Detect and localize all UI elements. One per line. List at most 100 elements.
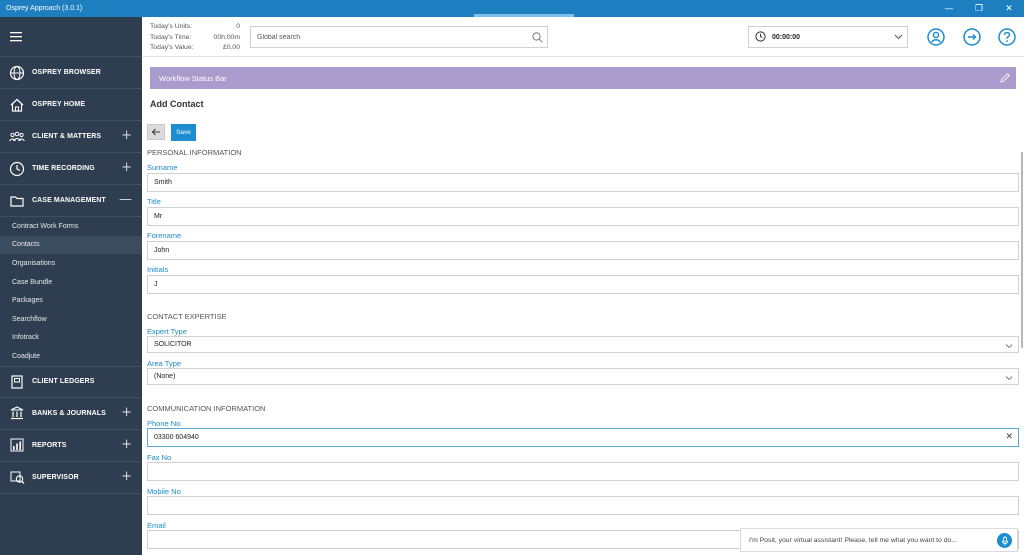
clear-icon[interactable]: ✕	[1005, 432, 1013, 442]
global-search-input[interactable]	[251, 27, 527, 47]
sidebar-item-supervisor[interactable]: SUPERVISOR +	[0, 462, 142, 494]
sidebar-item-case-management[interactable]: CASE MANAGEMENT —	[0, 185, 142, 217]
expand-toggle[interactable]: +	[121, 405, 132, 420]
sidebar-item-label: CLIENT & MATTERS	[32, 133, 102, 140]
forename-field[interactable]: John	[147, 241, 1019, 260]
surname-field[interactable]: Smith	[147, 173, 1019, 192]
folder-icon	[9, 193, 25, 209]
phone-field[interactable]: 03300 604940 ✕	[147, 428, 1019, 447]
expand-toggle[interactable]: +	[121, 437, 132, 452]
section-heading-expertise: CONTACT EXPERTISE	[147, 312, 227, 321]
fax-label: Fax No	[147, 453, 172, 462]
expert-type-label: Expert Type	[147, 327, 187, 336]
mobile-field[interactable]	[147, 496, 1019, 515]
chevron-down-icon	[889, 34, 907, 40]
save-button[interactable]: Save	[171, 124, 196, 141]
workflow-status-bar: Workflow Status Bar	[150, 67, 1016, 89]
sidebar-subitem-packages[interactable]: Packages	[0, 291, 142, 310]
initials-label: Initials	[147, 265, 169, 274]
forename-label: Forename	[147, 231, 182, 240]
chevron-down-icon	[1005, 344, 1013, 349]
scrollbar-thumb[interactable]	[1021, 152, 1023, 348]
ledger-icon	[9, 374, 25, 390]
virtual-assistant-input[interactable]: I'm Posit, your virtual assistant! Pleas…	[740, 528, 1018, 552]
timer-value: 00:00:00	[772, 33, 801, 41]
stat-value: Today's Value: £0.00	[150, 44, 240, 52]
expand-toggle[interactable]: +	[121, 129, 132, 143]
sidebar-subitem-contract-work-forms[interactable]: Contract Work Forms	[0, 217, 142, 236]
today-stats: Today's Units: 0 Today's Time: 00h:00m Tod…	[150, 21, 240, 53]
sidebar-item-label: SUPERVISOR	[32, 473, 79, 481]
sidebar-subitem-coadjute[interactable]: Coadjute	[0, 347, 142, 366]
global-search-box	[250, 26, 548, 48]
sidebar-subitem-contacts[interactable]: Contacts	[0, 235, 142, 255]
expert-type-select[interactable]: SOLICITOR	[147, 336, 1019, 353]
sidebar-subitem-case-bundle[interactable]: Case Bundle	[0, 273, 142, 292]
page-title: Add Contact	[150, 99, 204, 109]
email-label: Email	[147, 521, 166, 530]
collapse-toggle[interactable]: —	[119, 193, 132, 207]
stopwatch-icon	[755, 30, 766, 44]
sidebar: OSPREY BROWSER OSPREY HOME CLIENT & MATT…	[0, 17, 142, 555]
sidebar-item-time-recording[interactable]: TIME RECORDING +	[0, 153, 142, 185]
surname-label: Surname	[147, 163, 178, 172]
expand-toggle[interactable]: +	[121, 469, 132, 484]
sidebar-subitem-searchflow[interactable]: Searchflow	[0, 310, 142, 329]
close-window-button[interactable]: ✕	[994, 0, 1024, 17]
area-type-label: Area Type	[147, 359, 182, 368]
sidebar-item-reports[interactable]: REPORTS +	[0, 430, 142, 462]
chevron-down-icon	[1005, 376, 1013, 381]
user-profile-icon[interactable]	[927, 28, 945, 46]
section-heading-communication: COMMUNICATION INFORMATION	[147, 404, 266, 413]
section-heading-personal: PERSONAL INFORMATION	[147, 148, 242, 157]
sidebar-item-osprey-browser[interactable]: OSPREY BROWSER	[0, 57, 142, 89]
sidebar-item-label: BANKS & JOURNALS	[32, 409, 106, 417]
sidebar-item-label: OSPREY BROWSER	[32, 69, 101, 76]
hamburger-menu-button[interactable]	[0, 17, 142, 57]
sidebar-item-client-ledgers[interactable]: CLIENT LEDGERS	[0, 365, 142, 398]
chart-icon	[9, 437, 25, 453]
area-type-select[interactable]: (None)	[147, 368, 1019, 385]
help-icon[interactable]	[998, 28, 1016, 46]
sidebar-subitem-infotrack[interactable]: Infotrack	[0, 329, 142, 348]
phone-label: Phone No	[147, 419, 181, 428]
stat-units: Today's Units: 0	[150, 22, 240, 30]
expand-toggle[interactable]: +	[121, 161, 132, 175]
bank-icon	[9, 405, 25, 421]
pencil-icon[interactable]	[999, 72, 1011, 84]
title-label: Title	[147, 197, 161, 206]
mobile-label: Mobile No	[147, 487, 181, 496]
arrow-left-icon	[151, 128, 160, 136]
back-button[interactable]	[147, 124, 165, 140]
microphone-icon[interactable]	[997, 533, 1012, 548]
logout-icon[interactable]	[963, 28, 981, 46]
title-field[interactable]: Mr	[147, 207, 1019, 226]
sidebar-item-label: CASE MANAGEMENT	[32, 197, 106, 204]
fax-field[interactable]	[147, 462, 1019, 481]
title-bar: Osprey Approach (3.0.1) — ❐ ✕	[0, 0, 1024, 17]
restore-button[interactable]: ❐	[964, 0, 994, 17]
globe-icon	[9, 65, 25, 81]
window-title: Osprey Approach (3.0.1)	[6, 5, 83, 12]
sidebar-subitem-organisations[interactable]: Organisations	[0, 254, 142, 273]
workflow-status-label: Workflow Status Bar	[159, 73, 227, 83]
sidebar-item-osprey-home[interactable]: OSPREY HOME	[0, 89, 142, 121]
sidebar-item-banks-journals[interactable]: BANKS & JOURNALS +	[0, 398, 142, 430]
minimize-button[interactable]: —	[934, 0, 964, 17]
main-content: Workflow Status Bar Add Contact Save PER…	[142, 58, 1024, 555]
sidebar-item-label: TIME RECORDING	[32, 165, 95, 172]
home-icon	[9, 97, 25, 113]
search-icon[interactable]	[527, 31, 547, 43]
people-icon	[9, 129, 25, 145]
supervisor-icon	[9, 469, 25, 485]
sidebar-item-label: CLIENT LEDGERS	[32, 378, 95, 386]
sidebar-item-label: OSPREY HOME	[32, 101, 86, 108]
sidebar-item-client-matters[interactable]: CLIENT & MATTERS +	[0, 121, 142, 153]
assistant-prompt: I'm Posit, your virtual assistant! Pleas…	[749, 536, 957, 544]
hamburger-icon	[10, 31, 22, 41]
clock-icon	[9, 161, 25, 177]
sidebar-item-label: REPORTS	[32, 441, 67, 449]
initials-field[interactable]: J	[147, 275, 1019, 294]
timer-dropdown[interactable]: 00:00:00	[748, 26, 908, 48]
stat-time: Today's Time: 00h:00m	[150, 33, 240, 41]
